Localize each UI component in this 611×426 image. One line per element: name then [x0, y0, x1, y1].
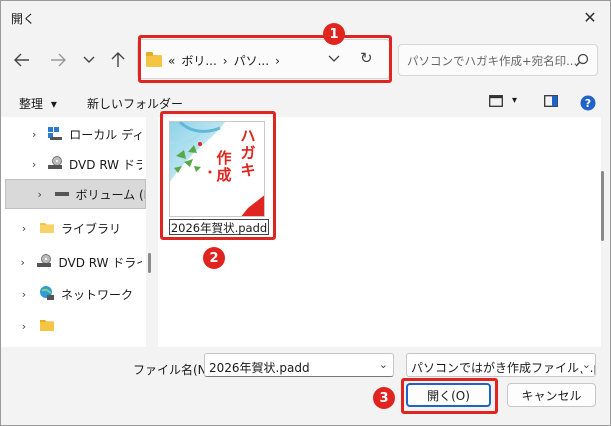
filename-value[interactable]: 2026年賀状.padd	[209, 359, 310, 376]
folder-icon	[146, 51, 162, 67]
filetype-value: パソコンではがき作成ファイル(*.pad	[411, 361, 596, 375]
new-folder-button[interactable]: 新しいフォルダー	[87, 95, 183, 112]
view-dropdown-icon[interactable]: ▾	[512, 95, 517, 106]
chevron-right-icon[interactable]: ›	[17, 288, 31, 301]
callout-badge-2: 2	[203, 247, 225, 269]
open-button-label: 開く(O)	[427, 388, 470, 403]
nav-item-local-disk[interactable]: › ローカル ディスク	[1, 119, 142, 149]
title-bar: 開く ✕	[1, 1, 610, 33]
chevron-down-icon: ▾	[50, 97, 57, 111]
nav-item-label: ボリューム (E:)	[75, 187, 145, 202]
library-folder-icon	[39, 220, 55, 237]
organize-label: 整理	[19, 97, 44, 111]
volume-drive-icon	[54, 187, 70, 201]
folder-icon	[39, 318, 55, 335]
chevron-right-icon[interactable]: ›	[29, 158, 39, 171]
nav-item-dvd-drive-2[interactable]: › DVD RW ドライブ	[1, 247, 142, 277]
thumb-char: ガ	[240, 144, 256, 162]
search-icon[interactable]	[575, 53, 589, 70]
navigation-scrollbar[interactable]	[148, 253, 151, 273]
network-icon	[39, 285, 55, 304]
view-mode-icon[interactable]	[489, 95, 503, 110]
chevron-right-icon[interactable]: ›	[17, 256, 28, 269]
chevron-right-icon[interactable]: ›	[17, 222, 31, 235]
thumb-char: 成	[216, 166, 232, 184]
breadcrumb-separator-icon[interactable]: ›	[275, 54, 280, 68]
help-icon[interactable]: ?	[580, 95, 596, 114]
file-thumbnail: ハ ガ キ 作 成	[169, 121, 265, 217]
thumb-char: ハ	[240, 127, 256, 145]
thumb-char: キ	[240, 161, 256, 179]
close-icon[interactable]: ✕	[570, 1, 610, 33]
back-arrow-icon[interactable]	[11, 49, 33, 71]
nav-item-label: ライブラリ	[61, 221, 122, 236]
search-box[interactable]: パソコンでハガキ作成+宛名印...	[398, 44, 598, 76]
nav-item-volume-e[interactable]: › ボリューム (E:)	[5, 179, 146, 209]
breadcrumb-separator-icon[interactable]: ›	[223, 54, 228, 68]
chevron-right-icon[interactable]: ›	[17, 320, 31, 333]
nav-item-library[interactable]: › ライブラリ	[1, 213, 142, 243]
nav-item-label: ネットワーク	[61, 287, 134, 302]
breadcrumb-volume[interactable]: ボリ...	[181, 52, 216, 69]
callout-badge-1: 1	[323, 23, 345, 45]
organize-menu[interactable]: 整理 ▾	[19, 95, 57, 112]
svg-text:?: ?	[585, 97, 591, 110]
nav-item-label: ローカル ディスク	[69, 127, 142, 142]
chevron-right-icon[interactable]: ›	[34, 188, 46, 201]
recent-locations-chevron-icon[interactable]	[78, 49, 100, 71]
dvd-drive-icon	[36, 253, 52, 271]
open-button[interactable]: 開く(O)	[406, 383, 491, 407]
address-dropdown-icon[interactable]	[328, 52, 340, 66]
up-arrow-icon[interactable]	[107, 49, 129, 71]
chevron-right-icon[interactable]: ›	[29, 128, 39, 141]
dialog-footer: ファイル名(N): 2026年賀状.padd ⌄ パソコンではがき作成ファイル(…	[1, 347, 610, 425]
forward-arrow-icon[interactable]	[47, 49, 69, 71]
nav-item-dvd-drive[interactable]: › DVD RW ドライブ	[1, 149, 142, 179]
open-dialog: 開く ✕ « ボリ... › パソ... › ↻ パソコンでハガキ作成+宛名印.…	[0, 0, 611, 426]
chevron-down-icon[interactable]: ⌄	[379, 358, 388, 371]
cancel-button-label: キャンセル	[521, 388, 582, 403]
nav-item-label: DVD RW ドライブ	[69, 157, 142, 172]
file-item[interactable]: ハ ガ キ 作 成 2026年賀状.padd	[163, 115, 273, 239]
address-bar[interactable]: « ボリ... › パソ... › ↻	[137, 39, 390, 79]
nav-item-folder[interactable]: ›	[1, 311, 142, 341]
file-name-label: 2026年賀状.padd	[169, 219, 269, 235]
thumb-char: 作	[216, 149, 232, 167]
dvd-drive-icon	[47, 155, 63, 173]
nav-item-label: DVD RW ドライブ	[58, 255, 142, 270]
nav-item-network[interactable]: › ネットワーク	[1, 279, 142, 309]
dialog-title: 開く	[11, 12, 36, 26]
search-placeholder: パソコンでハガキ作成+宛名印...	[407, 54, 578, 68]
cancel-button[interactable]: キャンセル	[507, 383, 596, 407]
file-list-scrollbar[interactable]	[601, 171, 604, 241]
filename-combobox[interactable]: 2026年賀状.padd ⌄	[204, 353, 394, 377]
filetype-select[interactable]: パソコンではがき作成ファイル(*.pad ⌄	[406, 353, 596, 377]
local-disk-icon	[47, 126, 63, 143]
address-overflow-icon[interactable]: «	[168, 54, 175, 68]
refresh-icon[interactable]: ↻	[360, 49, 373, 67]
chevron-down-icon[interactable]: ⌄	[579, 358, 591, 371]
navigation-pane: › ローカル ディスク › DVD RW ドライブ › ボリューム (E:) ›	[1, 117, 146, 347]
breadcrumb-folder[interactable]: パソ...	[234, 52, 269, 69]
callout-badge-3: 3	[373, 387, 395, 409]
preview-pane-icon[interactable]	[544, 95, 558, 110]
command-bar: 整理 ▾ 新しいフォルダー ▾ ?	[1, 87, 610, 117]
